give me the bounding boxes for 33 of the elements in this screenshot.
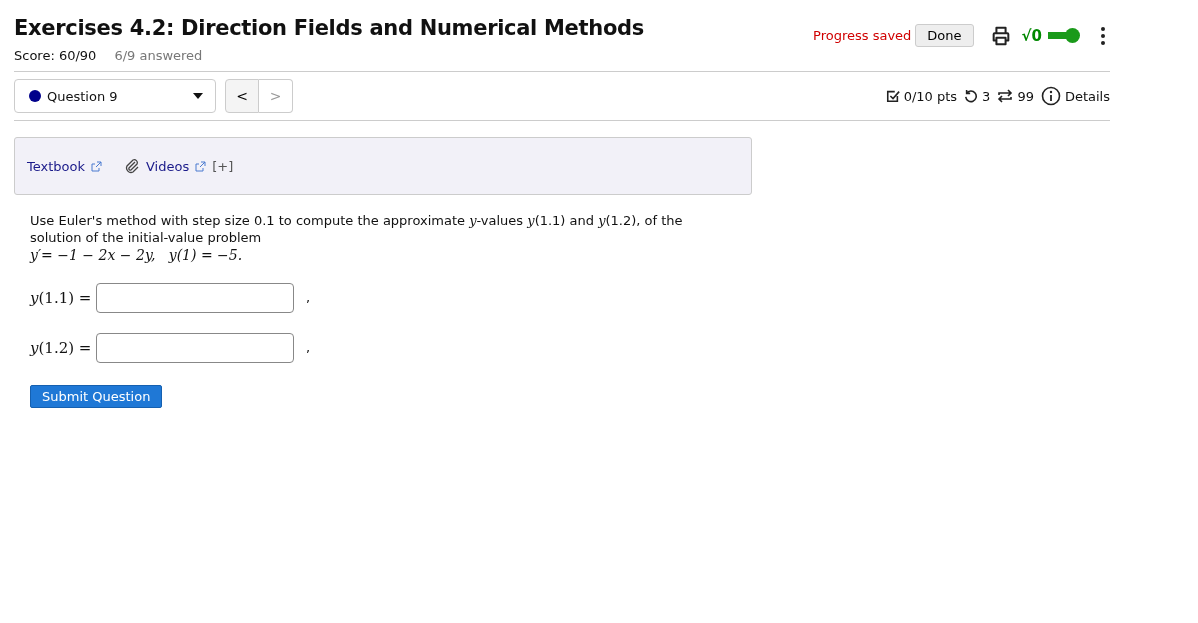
done-button[interactable]: Done: [915, 24, 974, 47]
equation: y′= −1 − 2x − 2y, y(1) = −5.: [30, 246, 244, 263]
attempts-count: 99: [1017, 88, 1034, 104]
progress-status: Progress saved: [813, 28, 912, 43]
score-text: Score: 60/90: [14, 48, 97, 63]
more-icon[interactable]: [1100, 25, 1106, 46]
retry-icon: [964, 89, 979, 103]
answer-label: y(1.2) =: [30, 338, 93, 357]
checkbox-icon: [885, 89, 900, 103]
answer-label: y(1.1) =: [30, 288, 93, 307]
retries-count: 3: [982, 88, 991, 104]
answered-count: 6/9 answered: [114, 48, 203, 63]
previous-button[interactable]: <: [225, 79, 259, 113]
math-label: √0: [1021, 26, 1042, 45]
question-text: Use Euler's method with step size 0.1 to compute the approximate y-values y(1.1) and y(1.2), of the solution of the initial-value problem: [30, 213, 684, 247]
answer-field[interactable]: [96, 332, 294, 363]
page-title: Exercises 4.2: Direction Fields and Numerical Methods: [14, 16, 644, 40]
repeat-icon: [997, 89, 1014, 103]
resource-link[interactable]: Videos: [146, 158, 190, 174]
info-icon: [1040, 86, 1061, 106]
answer-field[interactable]: [96, 282, 294, 313]
dropdown-caret-icon: [193, 93, 203, 99]
paperclip-icon: [124, 158, 140, 174]
points-text: 0/10 pts: [903, 88, 958, 104]
comma-text: ,: [306, 340, 311, 356]
external-link-icon: [91, 160, 102, 172]
expand-link[interactable]: [+]: [212, 158, 234, 174]
resource-link[interactable]: Textbook: [27, 158, 85, 174]
details-link[interactable]: Details: [1064, 88, 1110, 104]
question-select[interactable]: Question 9: [14, 79, 216, 113]
comma-text: ,: [306, 290, 311, 306]
submit-button[interactable]: Submit Question: [30, 384, 163, 408]
external-link-icon: [195, 160, 207, 172]
